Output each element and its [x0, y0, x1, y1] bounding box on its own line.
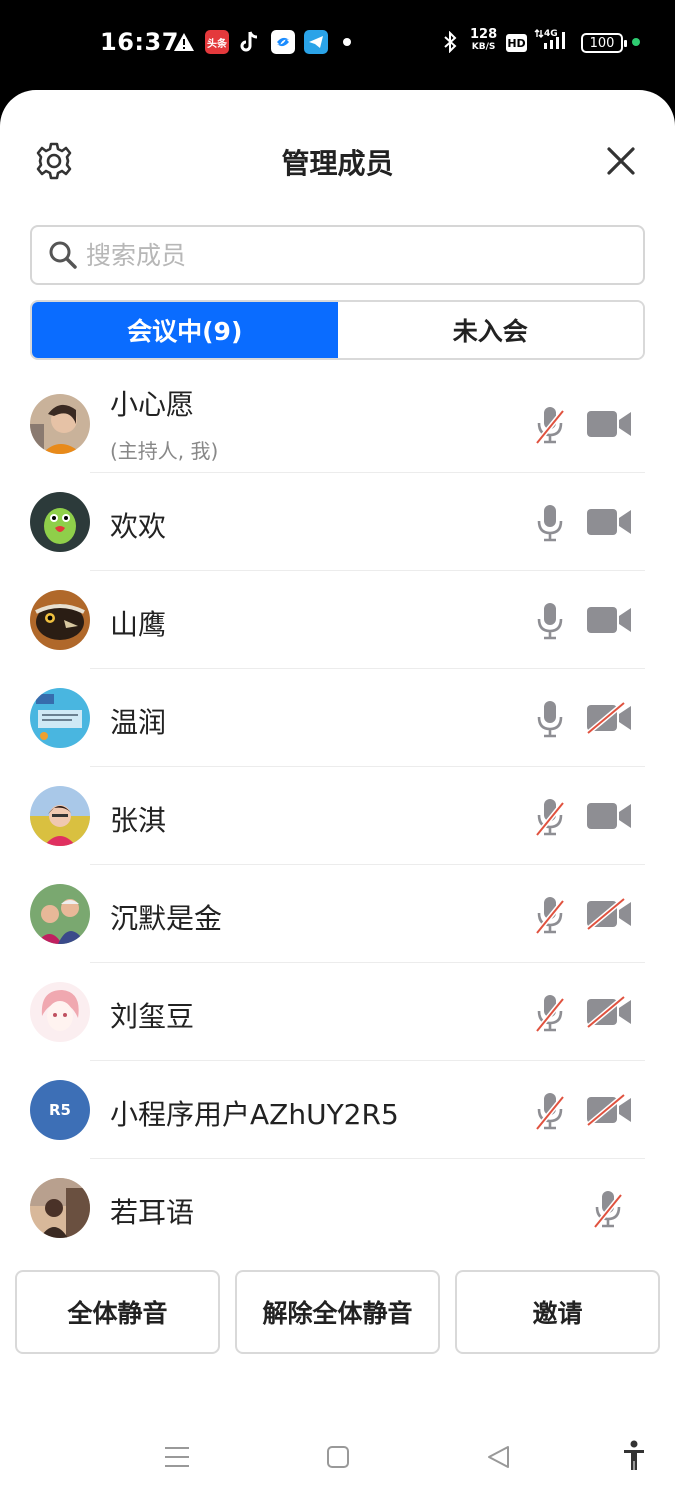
camera-on-icon[interactable]	[586, 604, 632, 636]
notification-dot-icon	[343, 38, 351, 46]
member-row[interactable]: R5 小程序用户AZhUY2R5	[0, 1061, 675, 1159]
avatar	[30, 982, 90, 1042]
member-name: 温润	[110, 706, 167, 739]
member-row[interactable]: 欢欢	[0, 473, 675, 571]
network-speed-unit: KB/S	[471, 42, 496, 52]
bluetooth-icon	[443, 30, 457, 54]
warning-icon	[173, 30, 195, 54]
toutiao-app-label: 头条	[205, 30, 229, 54]
member-name: 小心愿	[110, 388, 195, 421]
status-time: 16:37	[100, 28, 179, 56]
avatar	[30, 394, 90, 454]
network-speed: 128 KB/S	[470, 27, 498, 53]
network-speed-value: 128	[470, 27, 498, 42]
mic-muted-icon[interactable]	[534, 405, 566, 445]
member-row[interactable]: 沉默是金	[0, 865, 675, 963]
camera-off-icon[interactable]	[586, 1093, 632, 1127]
mic-muted-icon[interactable]	[534, 797, 566, 837]
privacy-indicator-icon	[632, 38, 640, 46]
camera-off-icon[interactable]	[586, 995, 632, 1029]
accessibility-icon[interactable]	[622, 1440, 646, 1476]
camera-off-icon[interactable]	[586, 701, 632, 735]
member-row[interactable]: 小心愿 (主持人, 我)	[0, 375, 675, 473]
tab-in-meeting[interactable]: 会议中(9)	[32, 302, 338, 358]
mic-on-icon[interactable]	[534, 699, 566, 739]
unmute-all-button[interactable]: 解除全体静音	[235, 1270, 440, 1354]
avatar	[30, 688, 90, 748]
mic-muted-icon[interactable]	[592, 1189, 624, 1229]
member-name: 山鹰	[110, 608, 167, 641]
telecom-app-icon	[271, 30, 295, 54]
system-nav-bar	[0, 1430, 675, 1500]
avatar	[30, 786, 90, 846]
page-title: 管理成员	[281, 147, 394, 180]
mic-muted-icon[interactable]	[534, 993, 566, 1033]
battery-icon: 100	[581, 33, 627, 53]
mic-on-icon[interactable]	[534, 601, 566, 641]
mic-muted-icon[interactable]	[534, 895, 566, 935]
tab-not-joined[interactable]: 未入会	[337, 302, 643, 358]
member-role: (主持人, 我)	[110, 439, 219, 463]
member-name: 张淇	[110, 804, 167, 837]
avatar	[30, 1178, 90, 1238]
back-icon[interactable]	[486, 1444, 512, 1474]
member-name: 小程序用户AZhUY2R5	[110, 1098, 399, 1131]
mic-muted-icon[interactable]	[534, 1091, 566, 1131]
close-icon[interactable]	[604, 144, 638, 178]
network-type: 4G	[544, 29, 558, 39]
tiktok-app-icon	[238, 30, 260, 54]
mute-all-button[interactable]: 全体静音	[15, 1270, 220, 1354]
member-row[interactable]: 张淇	[0, 767, 675, 865]
mic-on-icon[interactable]	[534, 503, 566, 543]
avatar	[30, 492, 90, 552]
member-tabs: 会议中(9) 未入会	[30, 300, 645, 360]
member-name: 若耳语	[110, 1196, 195, 1229]
search-input[interactable]	[86, 240, 606, 270]
menu-icon[interactable]	[164, 1444, 190, 1474]
member-row[interactable]: 若耳语	[0, 1159, 675, 1257]
status-bar: 16:37 头条 128 KB/S HD 4G 100	[0, 0, 675, 88]
manage-members-sheet: 管理成员 会议中(9) 未入会 小心愿 (主持人, 我) 欢欢	[0, 90, 675, 1500]
toutiao-app-icon: 头条	[205, 30, 229, 54]
member-name: 欢欢	[110, 510, 167, 543]
member-row[interactable]: 温润	[0, 669, 675, 767]
camera-off-icon[interactable]	[586, 897, 632, 931]
search-bar[interactable]	[30, 225, 645, 285]
camera-on-icon[interactable]	[586, 506, 632, 538]
member-name: 沉默是金	[110, 902, 223, 935]
camera-on-icon[interactable]	[586, 408, 632, 440]
hd-badge: HD	[506, 34, 527, 52]
member-name: 刘玺豆	[110, 1000, 195, 1033]
avatar	[30, 590, 90, 650]
home-icon[interactable]	[326, 1444, 350, 1474]
avatar: R5	[30, 1080, 90, 1140]
member-row[interactable]: 山鹰	[0, 571, 675, 669]
camera-on-icon[interactable]	[586, 800, 632, 832]
message-app-icon	[304, 30, 328, 54]
search-icon	[49, 241, 77, 269]
avatar	[30, 884, 90, 944]
invite-button[interactable]: 邀请	[455, 1270, 660, 1354]
bottom-actions: 全体静音 解除全体静音 邀请	[15, 1270, 660, 1354]
battery-level: 100	[589, 35, 615, 51]
signal-icon: 4G	[534, 28, 574, 52]
member-row[interactable]: 刘玺豆	[0, 963, 675, 1061]
